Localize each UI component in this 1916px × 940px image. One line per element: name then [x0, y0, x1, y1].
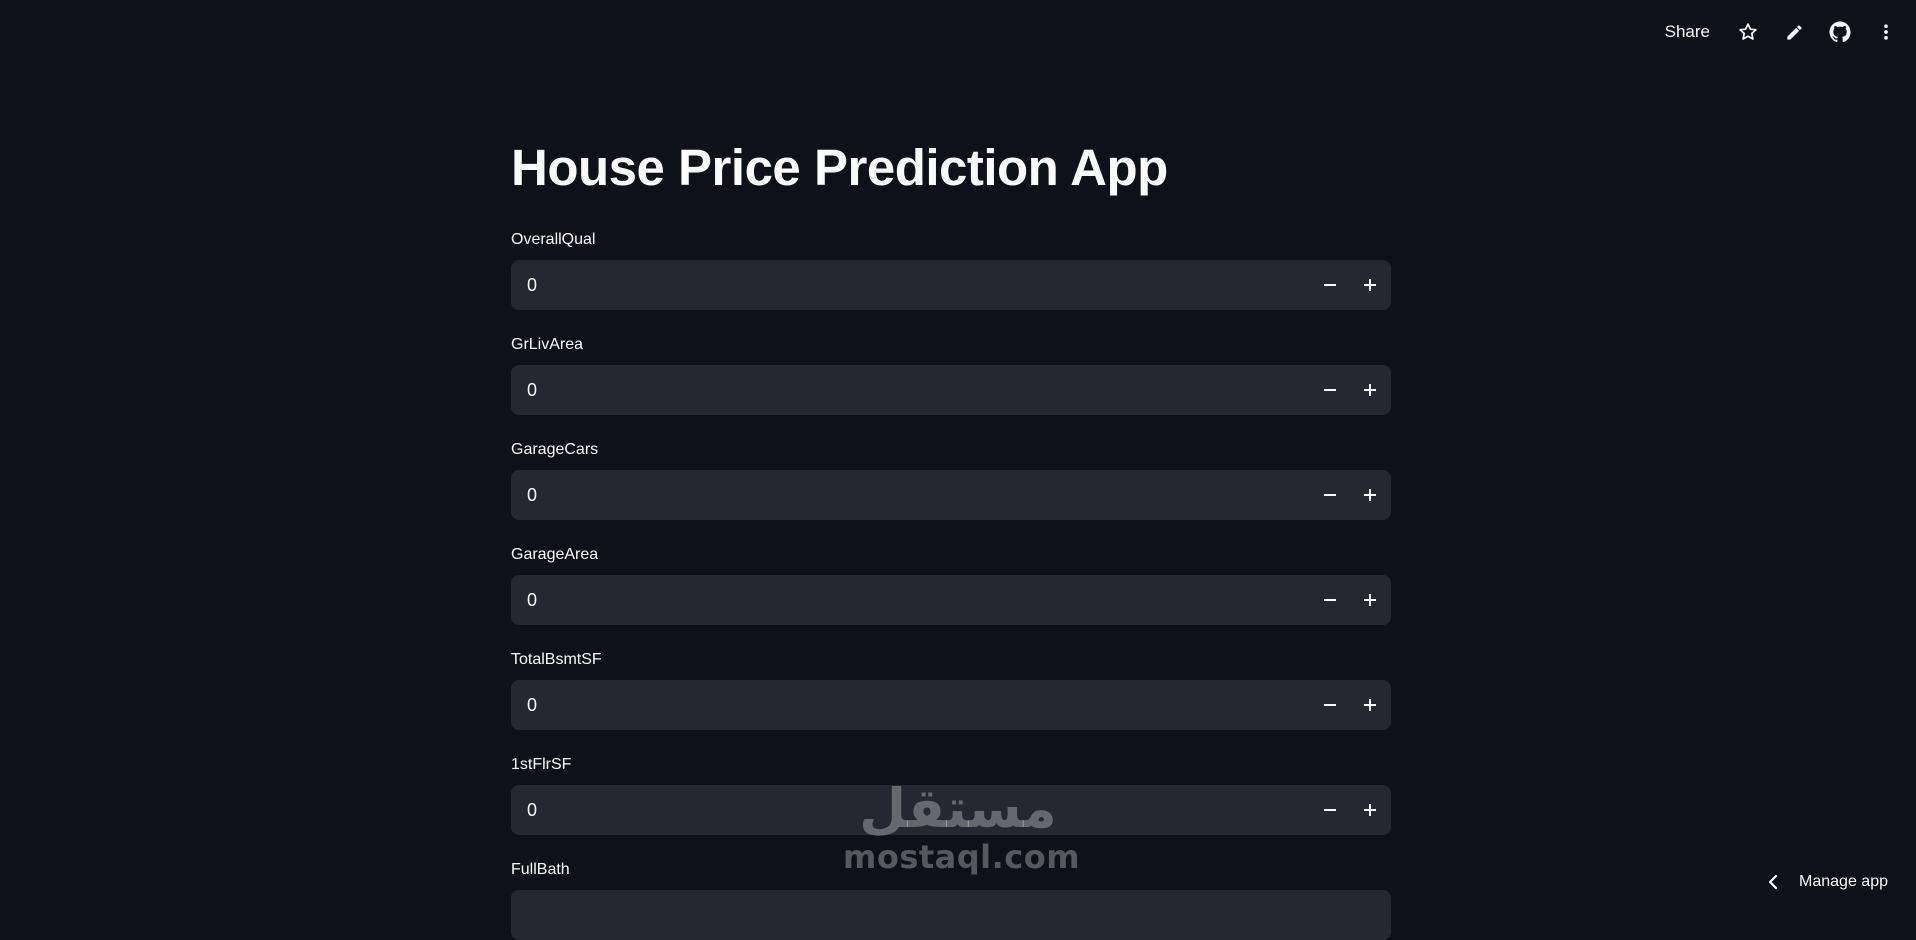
- decrement-button[interactable]: [1310, 260, 1350, 310]
- number-input: [511, 890, 1391, 940]
- decrement-button[interactable]: [1310, 470, 1350, 520]
- increment-button[interactable]: [1350, 470, 1390, 520]
- decrement-button[interactable]: [1310, 680, 1350, 730]
- decrement-button[interactable]: [1310, 785, 1350, 835]
- decrement-button[interactable]: [1310, 575, 1350, 625]
- plus-icon: [1364, 699, 1376, 711]
- number-input-value[interactable]: 0: [511, 785, 1310, 835]
- number-input-value[interactable]: 0: [511, 260, 1310, 310]
- number-input: 0: [511, 785, 1391, 835]
- github-icon[interactable]: [1828, 20, 1852, 44]
- chevron-left-icon: [1767, 874, 1779, 890]
- field-label: GarageArea: [511, 544, 1391, 566]
- plus-icon: [1364, 594, 1376, 606]
- plus-icon: [1364, 384, 1376, 396]
- minus-icon: [1324, 279, 1336, 291]
- field-label: GrLivArea: [511, 334, 1391, 356]
- field-totalbsmtsf: TotalBsmtSF 0: [511, 649, 1391, 730]
- minus-icon: [1324, 489, 1336, 501]
- star-icon[interactable]: [1736, 20, 1760, 44]
- field-1stflrsf: 1stFlrSF 0: [511, 754, 1391, 835]
- page-title: House Price Prediction App: [511, 138, 1168, 197]
- increment-button[interactable]: [1350, 365, 1390, 415]
- increment-button[interactable]: [1350, 260, 1390, 310]
- number-input-value[interactable]: 0: [511, 365, 1310, 415]
- field-label: FullBath: [511, 859, 1391, 881]
- field-garagearea: GarageArea 0: [511, 544, 1391, 625]
- number-input: 0: [511, 365, 1391, 415]
- manage-app-label: Manage app: [1799, 873, 1888, 891]
- increment-button[interactable]: [1350, 575, 1390, 625]
- pencil-icon[interactable]: [1782, 20, 1806, 44]
- minus-icon: [1324, 804, 1336, 816]
- number-input: 0: [511, 680, 1391, 730]
- plus-icon: [1364, 489, 1376, 501]
- number-input: 0: [511, 260, 1391, 310]
- minus-icon: [1324, 384, 1336, 396]
- number-input-value[interactable]: 0: [511, 680, 1310, 730]
- header-toolbar: Share: [1665, 16, 1898, 48]
- plus-icon: [1364, 804, 1376, 816]
- field-grlivarea: GrLivArea 0: [511, 334, 1391, 415]
- minus-icon: [1324, 594, 1336, 606]
- field-label: GarageCars: [511, 439, 1391, 461]
- field-label: TotalBsmtSF: [511, 649, 1391, 671]
- number-input: 0: [511, 470, 1391, 520]
- plus-icon: [1364, 279, 1376, 291]
- number-input-value[interactable]: [511, 890, 1391, 940]
- field-garagecars: GarageCars 0: [511, 439, 1391, 520]
- share-button[interactable]: Share: [1665, 22, 1710, 42]
- field-fullbath: FullBath: [511, 859, 1391, 940]
- number-input-value[interactable]: 0: [511, 470, 1310, 520]
- field-label: 1stFlrSF: [511, 754, 1391, 776]
- field-label: OverallQual: [511, 229, 1391, 251]
- number-input: 0: [511, 575, 1391, 625]
- decrement-button[interactable]: [1310, 365, 1350, 415]
- minus-icon: [1324, 699, 1336, 711]
- manage-app-button[interactable]: Manage app: [1767, 873, 1888, 891]
- more-vertical-icon[interactable]: [1874, 20, 1898, 44]
- field-overallqual: OverallQual 0: [511, 229, 1391, 310]
- increment-button[interactable]: [1350, 680, 1390, 730]
- increment-button[interactable]: [1350, 785, 1390, 835]
- number-input-value[interactable]: 0: [511, 575, 1310, 625]
